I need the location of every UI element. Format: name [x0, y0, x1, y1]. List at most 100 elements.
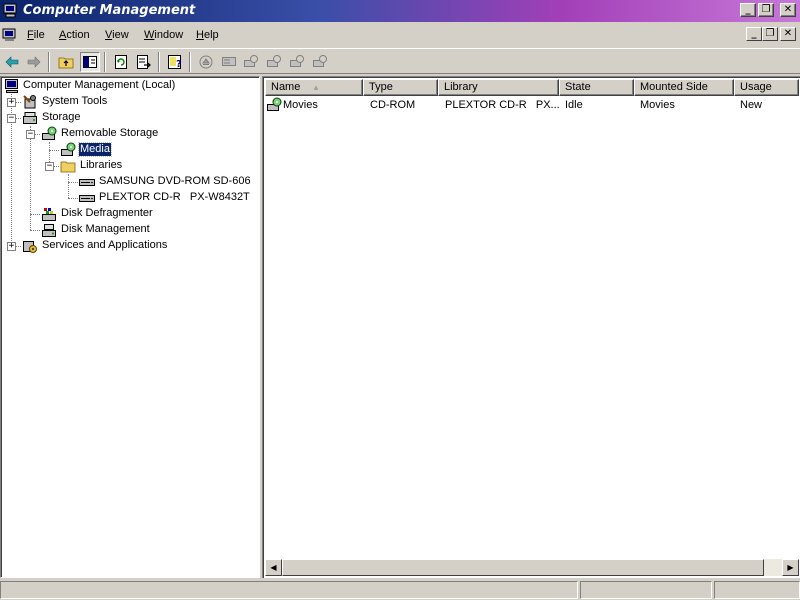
column-header-name[interactable]: Name ▲	[265, 79, 363, 96]
media-op-icon	[290, 55, 304, 67]
media-op-icon	[313, 55, 327, 67]
help-button[interactable]: ?	[165, 52, 185, 72]
tree-node-label: PLEXTOR CD-R PX-W8432T	[99, 191, 250, 203]
scroll-right-button[interactable]: ▶	[782, 559, 799, 576]
cell-name: Movies	[283, 99, 318, 111]
forward-arrow-icon	[27, 56, 41, 68]
help-icon: ?	[168, 55, 182, 70]
tree-node-label-selected: Media	[78, 142, 112, 157]
title-bar[interactable]: Computer Management _ ❐ ✕	[0, 0, 800, 22]
status-panel-secondary	[580, 581, 712, 599]
cell-type: CD-ROM	[370, 99, 416, 111]
folder-icon	[60, 161, 76, 173]
column-header-library[interactable]: Library	[438, 79, 559, 96]
tree-node-removable-storage[interactable]: − Removable Storage	[1, 126, 259, 142]
back-arrow-icon	[5, 56, 19, 68]
tree-expander-minus[interactable]: −	[26, 130, 35, 139]
export-list-button[interactable]	[134, 52, 154, 72]
tree-node-label: Disk Defragmenter	[61, 207, 153, 219]
media-operation-button-4[interactable]	[310, 52, 330, 72]
sort-ascending-icon: ▲	[312, 83, 320, 92]
tree-node-label: Services and Applications	[42, 239, 168, 251]
cell-state: Idle	[565, 99, 583, 111]
menu-window[interactable]: Window	[144, 29, 183, 41]
tree-node-disk-defragmenter[interactable]: Disk Defragmenter	[1, 206, 259, 222]
status-panel-tertiary	[714, 581, 800, 599]
tree-expander-plus[interactable]: +	[7, 98, 16, 107]
system-tools-icon	[23, 95, 36, 109]
export-list-icon	[137, 55, 151, 69]
tree-node-libraries[interactable]: − Libraries	[1, 158, 259, 174]
console-tree[interactable]: Computer Management (Local) + System Too…	[0, 76, 260, 578]
scroll-left-button[interactable]: ◀	[265, 559, 282, 576]
column-header-usage[interactable]: Usage	[734, 79, 799, 96]
tree-node-label: Removable Storage	[61, 127, 159, 139]
refresh-button[interactable]	[111, 52, 131, 72]
eject-icon	[199, 55, 213, 69]
cell-mounted-side: Movies	[640, 99, 675, 111]
table-row[interactable]: Movies CD-ROM PLEXTOR CD-R PX... Idle Mo…	[265, 97, 799, 114]
close-button[interactable]: ✕	[780, 3, 796, 17]
media-icon	[61, 142, 76, 156]
tree-node-label: SAMSUNG DVD-ROM SD-606	[99, 175, 251, 187]
column-header-mounted-side[interactable]: Mounted Side	[634, 79, 734, 96]
tree-node-disk-management[interactable]: Disk Management	[1, 222, 259, 238]
back-button[interactable]	[2, 52, 22, 72]
refresh-icon	[115, 55, 127, 69]
defragmenter-icon	[42, 208, 56, 221]
tree-node-label: Disk Management	[61, 223, 150, 235]
horizontal-scrollbar[interactable]: ◀ ▶	[265, 559, 799, 576]
tree-node-services-and-applications[interactable]: + Services and Applications	[1, 238, 259, 254]
svg-text:?: ?	[176, 59, 182, 70]
menu-view[interactable]: View	[105, 29, 129, 41]
cell-library: PLEXTOR CD-R PX...	[445, 99, 560, 111]
media-operation-button-3[interactable]	[287, 52, 307, 72]
services-icon	[23, 241, 37, 253]
restore-button[interactable]: ❐	[758, 3, 774, 17]
mdi-close-button[interactable]: ✕	[780, 27, 796, 41]
cd-drive-icon	[79, 195, 95, 202]
computer-icon	[5, 79, 18, 93]
media-operation-button-1[interactable]	[241, 52, 261, 72]
scroll-thumb[interactable]	[282, 559, 764, 576]
tree-node-library-dvd[interactable]: SAMSUNG DVD-ROM SD-606	[1, 174, 259, 190]
menu-help[interactable]: Help	[196, 29, 219, 41]
tree-expander-plus[interactable]: +	[7, 242, 16, 251]
eject-button[interactable]	[196, 52, 216, 72]
tree-node-system-tools[interactable]: + System Tools	[1, 94, 259, 110]
up-one-level-button[interactable]	[56, 52, 76, 72]
computer-management-icon	[3, 3, 17, 18]
tree-node-media[interactable]: Media	[1, 142, 259, 158]
tree-expander-minus[interactable]: −	[7, 114, 16, 123]
mdi-minimize-button[interactable]: _	[746, 27, 762, 41]
tree-node-library-cdr[interactable]: PLEXTOR CD-R PX-W8432T	[1, 190, 259, 206]
details-list[interactable]: Name ▲ Type Library State Mounted Side U…	[262, 76, 800, 578]
media-icon	[267, 97, 282, 111]
toolbar-separator	[158, 52, 160, 72]
tree-node-computer-management[interactable]: Computer Management (Local)	[1, 78, 259, 94]
status-panel-main	[0, 581, 578, 599]
disk-management-icon	[42, 224, 56, 237]
media-operation-button-2[interactable]	[264, 52, 284, 72]
toolbar: ?	[0, 48, 800, 74]
tree-node-label: Computer Management (Local)	[23, 79, 176, 91]
main-window: Computer Management _ ❐ ✕ File Action Vi…	[0, 0, 800, 600]
toolbar-separator	[104, 52, 106, 72]
media-op-icon	[244, 55, 258, 67]
mdi-restore-button[interactable]: ❐	[762, 27, 778, 41]
tree-node-storage[interactable]: − Storage	[1, 110, 259, 126]
media-op-icon	[267, 55, 281, 67]
toolbar-separator	[189, 52, 191, 72]
forward-button[interactable]	[24, 52, 44, 72]
mount-button[interactable]	[219, 52, 239, 72]
toolbar-separator	[48, 52, 50, 72]
menu-action[interactable]: Action	[59, 29, 90, 41]
menu-file[interactable]: File	[27, 29, 45, 41]
column-header-type[interactable]: Type	[363, 79, 438, 96]
tree-expander-minus[interactable]: −	[45, 162, 54, 171]
minimize-button[interactable]: _	[740, 3, 756, 17]
tree-node-label: Storage	[42, 111, 81, 123]
show-hide-tree-button[interactable]	[80, 52, 100, 72]
column-header-state[interactable]: State	[559, 79, 634, 96]
document-window-icon[interactable]	[2, 27, 18, 43]
